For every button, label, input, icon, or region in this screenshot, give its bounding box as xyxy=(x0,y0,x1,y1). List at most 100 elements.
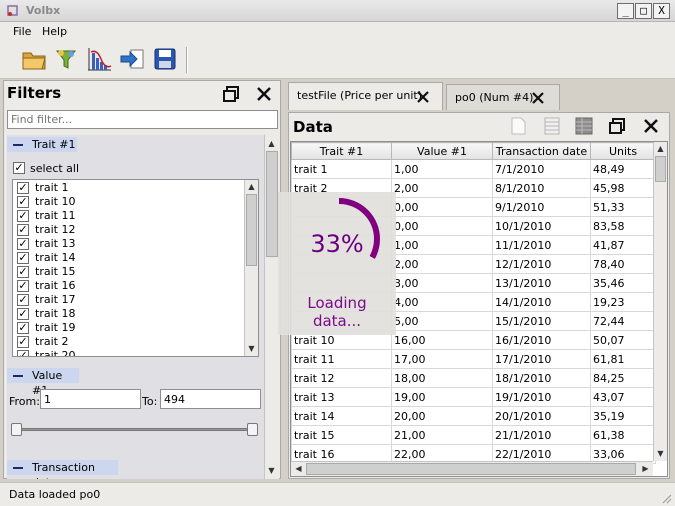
undock-icon[interactable] xyxy=(221,84,241,104)
table-row[interactable]: trait 13 19,00 19/1/2010 43,07 xyxy=(291,387,656,407)
trait-checkbox[interactable]: ✓ xyxy=(17,238,29,250)
tab-label: testFile (Price per unit) xyxy=(297,89,423,102)
table-cell: 61,81 xyxy=(590,349,656,369)
column-header[interactable]: Value #1 xyxy=(391,142,493,160)
trait-checkbox[interactable]: ✓ xyxy=(17,350,29,356)
trait-label: trait 14 xyxy=(35,251,76,264)
select-all-checkbox[interactable]: ✓ xyxy=(13,162,25,174)
scroll-down-icon[interactable]: ▼ xyxy=(265,464,278,477)
close-data-icon[interactable] xyxy=(641,116,661,136)
close-tab-icon[interactable] xyxy=(416,90,430,104)
table-cell: 5,00 xyxy=(391,311,493,331)
trait-checkbox[interactable]: ✓ xyxy=(17,252,29,264)
trait-checkbox[interactable]: ✓ xyxy=(17,224,29,236)
table-row[interactable]: trait 15 21,00 21/1/2010 61,38 xyxy=(291,425,656,445)
loading-label-line1: Loading xyxy=(307,294,367,312)
scroll-up-icon[interactable]: ▲ xyxy=(265,137,278,150)
column-header[interactable]: Transaction date xyxy=(492,142,591,160)
table-cell: trait 11 xyxy=(291,349,392,369)
scroll-up-icon[interactable]: ▲ xyxy=(245,180,258,193)
tab-testfile[interactable]: testFile (Price per unit) xyxy=(288,82,443,110)
minimize-button[interactable]: _ xyxy=(617,3,634,19)
scroll-down-icon[interactable]: ▼ xyxy=(654,447,667,460)
bar-chart-icon[interactable] xyxy=(85,45,113,73)
table-horizontal-scrollbar[interactable]: ◀ ▶ xyxy=(291,461,653,476)
column-header[interactable]: Units xyxy=(590,142,656,160)
trait-label: trait 17 xyxy=(35,293,76,306)
table-cell: 0,00 xyxy=(391,197,493,217)
tab-po0[interactable]: po0 (Num #4) xyxy=(446,84,560,110)
to-input[interactable] xyxy=(160,389,261,409)
table-cell: 7/1/2010 xyxy=(492,159,591,179)
scroll-thumb[interactable] xyxy=(266,151,278,257)
table-cell: trait 13 xyxy=(291,387,392,407)
table-cell: 35,19 xyxy=(590,406,656,426)
scroll-left-icon[interactable]: ◀ xyxy=(292,462,305,475)
table-cell: 78,40 xyxy=(590,254,656,274)
scroll-thumb[interactable] xyxy=(246,194,257,266)
trait-section-label: Trait #1 xyxy=(32,138,76,151)
trait-checkbox[interactable]: ✓ xyxy=(17,294,29,306)
filter-tools-icon[interactable] xyxy=(52,45,80,73)
table-cell: 16,00 xyxy=(391,330,493,350)
table-cell: 35,46 xyxy=(590,273,656,293)
trait-checkbox[interactable]: ✓ xyxy=(17,322,29,334)
table-cell: 2,00 xyxy=(391,254,493,274)
table-cell: 1,00 xyxy=(391,235,493,255)
trait-checkbox[interactable]: ✓ xyxy=(17,210,29,222)
filter-search-input[interactable] xyxy=(7,110,278,129)
table-view-icon[interactable] xyxy=(542,116,562,136)
trait-label: trait 12 xyxy=(35,223,76,236)
table-cell: 21/1/2010 xyxy=(492,425,591,445)
filters-scrollbar[interactable]: ▲ ▼ xyxy=(264,135,279,479)
close-tab-icon[interactable] xyxy=(531,91,545,105)
trait-checkbox[interactable]: ✓ xyxy=(17,266,29,278)
scroll-up-icon[interactable]: ▲ xyxy=(654,142,667,155)
export-arrow-icon[interactable] xyxy=(118,45,146,73)
close-filters-icon[interactable] xyxy=(254,84,274,104)
trait-list: ✓ trait 1 ✓ trait 10 ✓ trait 11 ✓ trait 12 ✓ trai… xyxy=(12,179,259,357)
column-header[interactable]: Trait #1 xyxy=(291,142,392,160)
transaction-section-label: Transaction date xyxy=(32,461,95,479)
scroll-thumb[interactable] xyxy=(655,156,666,182)
trait-checkbox[interactable]: ✓ xyxy=(17,336,29,348)
trait-section-header[interactable]: Trait #1 xyxy=(7,137,77,152)
table-row[interactable]: trait 14 20,00 20/1/2010 35,19 xyxy=(291,406,656,426)
table-cell: 20,00 xyxy=(391,406,493,426)
table-row[interactable]: trait 11 17,00 17/1/2010 61,81 xyxy=(291,349,656,369)
undock-icon[interactable] xyxy=(607,116,627,136)
resize-grip-icon[interactable] xyxy=(660,492,672,504)
menu-file[interactable]: File xyxy=(13,25,31,38)
table-vertical-scrollbar[interactable]: ▲ ▼ xyxy=(653,142,667,461)
range-slider-max-handle[interactable] xyxy=(247,423,258,436)
table-cell: 17/1/2010 xyxy=(492,349,591,369)
trait-list-scrollbar[interactable]: ▲ ▼ xyxy=(244,180,258,356)
trait-checkbox[interactable]: ✓ xyxy=(17,196,29,208)
table-cell: 19/1/2010 xyxy=(492,387,591,407)
open-folder-icon[interactable] xyxy=(20,45,48,73)
document-icon[interactable] xyxy=(508,116,528,136)
loading-label: Loading data... xyxy=(278,294,396,330)
value-section-header[interactable]: Value #1 xyxy=(7,368,79,397)
table-cell: 9/1/2010 xyxy=(492,197,591,217)
collapse-icon xyxy=(13,375,23,377)
trait-label: trait 16 xyxy=(35,279,76,292)
menu-help[interactable]: Help xyxy=(42,25,67,38)
scroll-down-icon[interactable]: ▼ xyxy=(245,342,258,355)
trait-checkbox[interactable]: ✓ xyxy=(17,182,29,194)
from-input[interactable] xyxy=(40,389,141,409)
scroll-thumb[interactable] xyxy=(306,463,636,475)
table-row[interactable]: trait 12 18,00 18/1/2010 84,25 xyxy=(291,368,656,388)
range-slider-min-handle[interactable] xyxy=(11,423,22,436)
scroll-right-icon[interactable]: ▶ xyxy=(639,462,652,475)
maximize-button[interactable]: □ xyxy=(635,3,652,19)
table-row[interactable]: trait 1 1,00 7/1/2010 48,49 xyxy=(291,159,656,179)
loading-percent: 33% xyxy=(310,230,364,258)
trait-checkbox[interactable]: ✓ xyxy=(17,280,29,292)
table-cell: 20/1/2010 xyxy=(492,406,591,426)
save-disk-icon[interactable] xyxy=(151,45,179,73)
close-window-button[interactable]: X xyxy=(653,3,670,19)
grid-view-icon[interactable] xyxy=(574,116,594,136)
transaction-section-header[interactable]: Transaction date xyxy=(7,460,118,479)
trait-checkbox[interactable]: ✓ xyxy=(17,308,29,320)
